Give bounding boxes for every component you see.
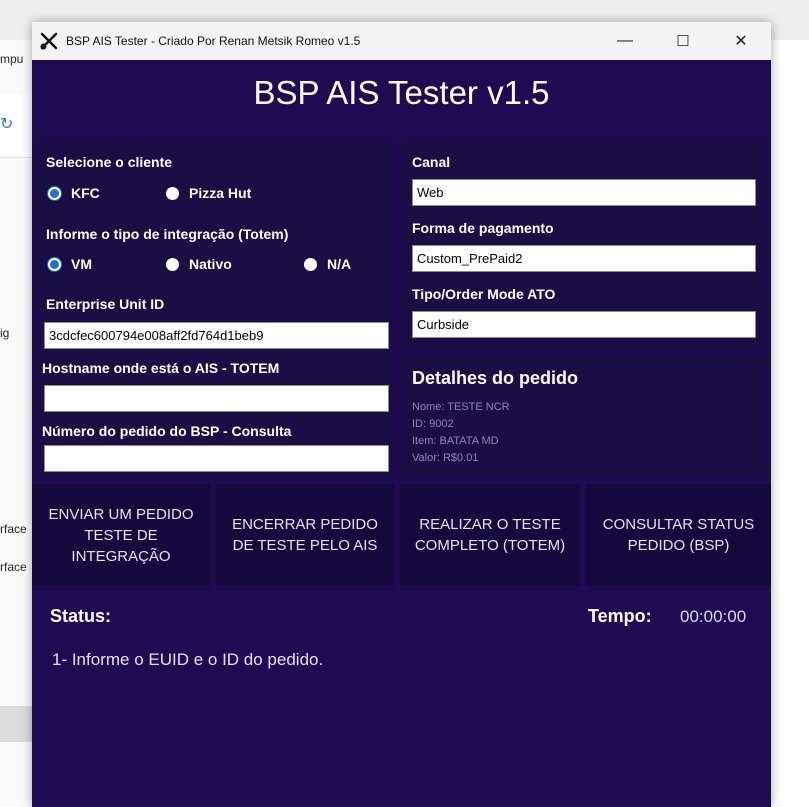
order-details-title: Detalhes do pedido xyxy=(412,368,579,388)
order-mode-input[interactable]: Curbside xyxy=(412,311,756,338)
radio-selected-icon xyxy=(48,257,61,271)
minimize-button[interactable]: — xyxy=(596,22,654,60)
background-text-3: rface xyxy=(0,522,27,536)
order-mode-label: Tipo/Order Mode ATO xyxy=(412,286,556,302)
payment-label: Forma de pagamento xyxy=(412,220,554,236)
app-window: BSP AIS Tester - Criado Por Renan Metsik… xyxy=(32,22,771,807)
check-status-button[interactable]: CONSULTAR STATUS PEDIDO (BSP) xyxy=(586,484,771,586)
radio-vm[interactable]: VM xyxy=(48,256,92,272)
background-text-2: ig xyxy=(0,326,10,340)
canal-label: Canal xyxy=(412,154,451,170)
radio-na[interactable]: N/A xyxy=(304,256,351,272)
order-config-panel: Canal Web Forma de pagamento Custom_PreP… xyxy=(402,142,767,352)
canal-input[interactable]: Web xyxy=(412,179,756,206)
close-button[interactable]: ✕ xyxy=(712,22,770,60)
order-number-input[interactable] xyxy=(44,445,389,472)
status-label: Status: xyxy=(50,606,112,626)
background-right-panel xyxy=(770,40,809,807)
radio-na-label: N/A xyxy=(327,256,352,272)
radio-unselected-icon xyxy=(166,257,179,271)
radio-nativo[interactable]: Nativo xyxy=(166,256,232,272)
radio-unselected-icon xyxy=(304,257,317,271)
radio-pizza-hut[interactable]: Pizza Hut xyxy=(166,185,251,201)
client-config-panel: Selecione o cliente KFC Pizza Hut Inform… xyxy=(36,142,394,477)
radio-kfc[interactable]: KFC xyxy=(48,185,100,201)
order-detail-name: Nome: TESTE NCR xyxy=(412,401,510,413)
order-number-label: Número do pedido do BSP - Consulta xyxy=(42,423,292,439)
time-label: Tempo: xyxy=(588,606,652,626)
radio-pizza-hut-label: Pizza Hut xyxy=(189,185,252,201)
hostname-input[interactable] xyxy=(44,385,389,412)
hostname-label: Hostname onde está o AIS - TOTEM xyxy=(42,360,280,376)
radio-nativo-label: Nativo xyxy=(189,256,232,272)
title-bar[interactable]: BSP AIS Tester - Criado Por Renan Metsik… xyxy=(32,22,771,60)
tools-icon xyxy=(38,30,60,52)
order-details-panel: Detalhes do pedido Nome: TESTE NCR ID: 9… xyxy=(402,356,767,477)
close-test-order-button[interactable]: ENCERRAR PEDIDO DE TESTE PELO AIS xyxy=(216,484,394,586)
radio-vm-label: VM xyxy=(71,256,92,272)
radio-unselected-icon xyxy=(166,186,179,200)
window-title: BSP AIS Tester - Criado Por Renan Metsik… xyxy=(66,34,361,48)
background-text-1: mpu xyxy=(0,52,24,66)
radio-kfc-label: KFC xyxy=(71,185,100,201)
client-label: Selecione o cliente xyxy=(46,154,173,170)
order-detail-value: Valor: R$0.01 xyxy=(412,452,479,464)
status-message: 1- Informe o EUID e o ID do pedido. xyxy=(52,650,324,669)
order-detail-item: Item: BATATA MD xyxy=(412,435,499,447)
maximize-button[interactable]: ☐ xyxy=(654,22,712,60)
send-test-order-button[interactable]: ENVIAR UM PEDIDO TESTE DE INTEGRAÇÃO xyxy=(32,484,210,586)
full-test-button[interactable]: REALIZAR O TESTE COMPLETO (TOTEM) xyxy=(400,484,580,586)
order-detail-id: ID: 9002 xyxy=(412,418,454,430)
time-value: 00:00:00 xyxy=(680,607,747,626)
enterprise-unit-label: Enterprise Unit ID xyxy=(46,296,165,312)
payment-input[interactable]: Custom_PrePaid2 xyxy=(412,245,756,272)
enterprise-unit-input[interactable]: 3cdcfec600794e008aff2fd764d1beb9 xyxy=(44,322,389,349)
background-grey-block xyxy=(0,706,32,742)
background-text-4: rface xyxy=(0,560,27,574)
radio-selected-icon xyxy=(48,186,61,200)
integration-label: Informe o tipo de integração (Totem) xyxy=(46,226,289,242)
background-refresh-icon: ↻ xyxy=(0,116,14,133)
